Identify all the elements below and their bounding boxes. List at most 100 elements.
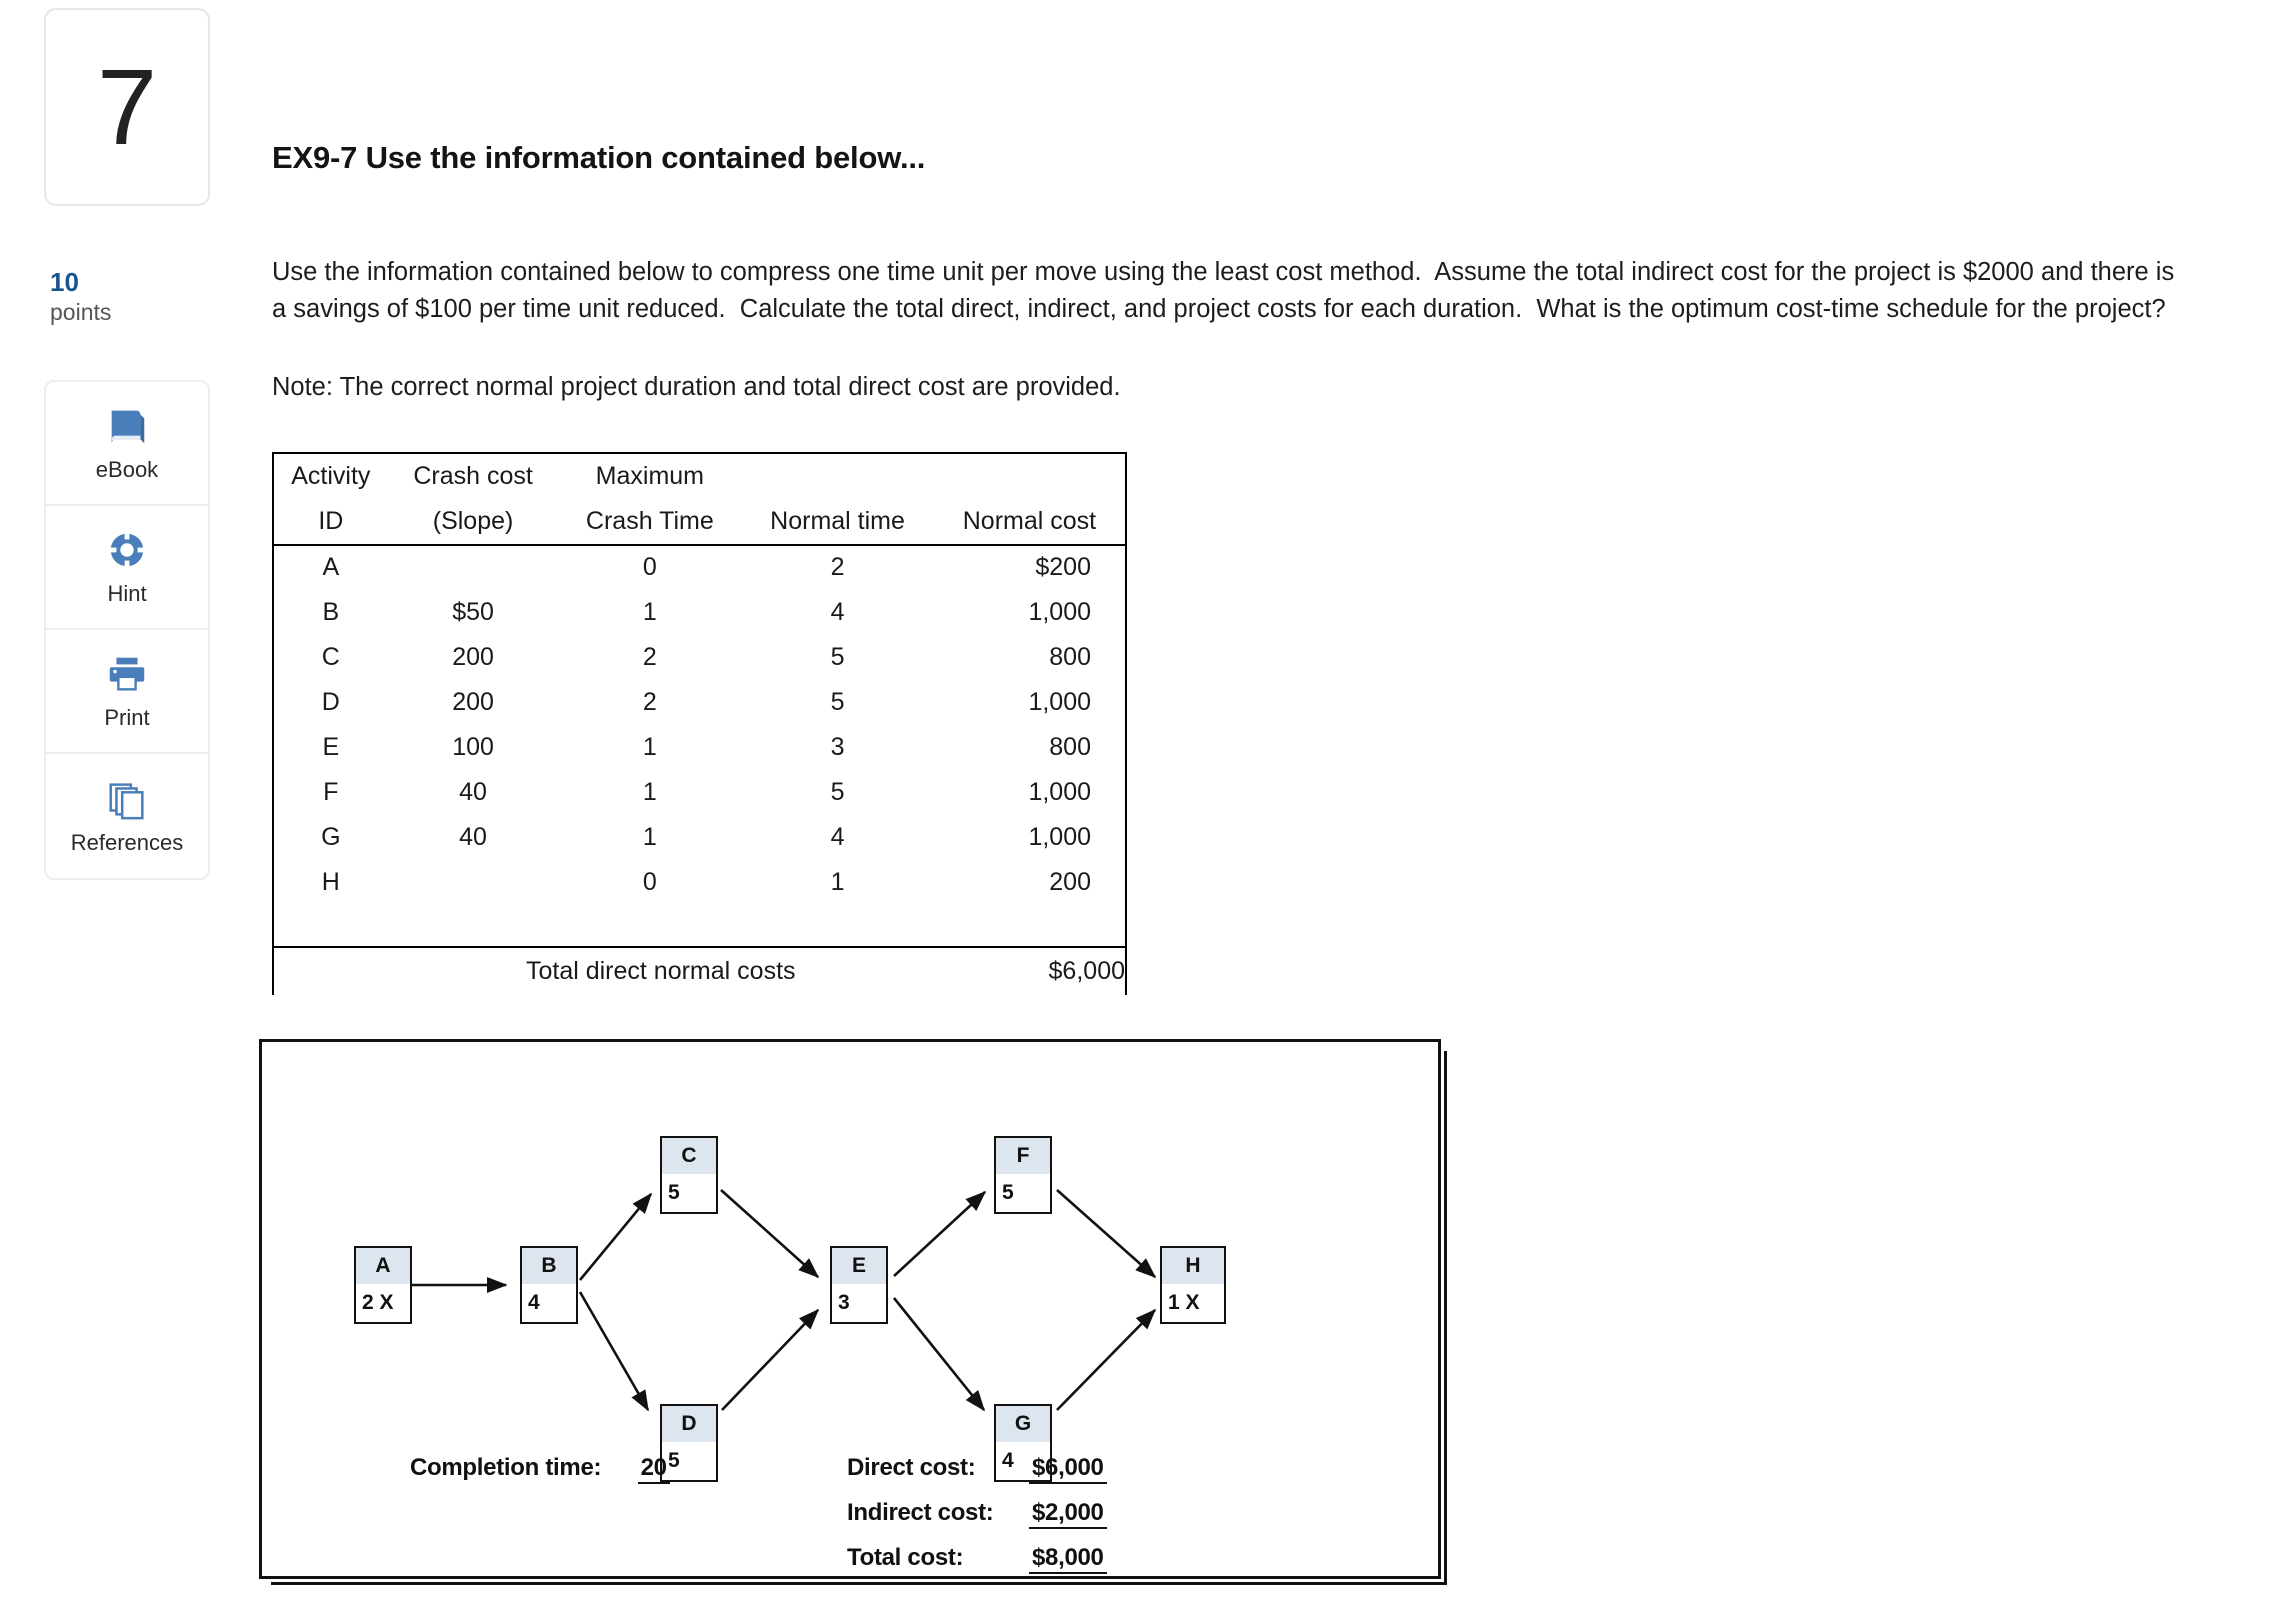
cell-normal-time: 4 xyxy=(830,597,845,626)
node-duration-e: 3 xyxy=(838,1291,850,1315)
direct-cost-label: Direct cost: xyxy=(847,1453,976,1481)
cell-normal-time: 5 xyxy=(830,687,845,716)
cell-crash-cost: 40 xyxy=(459,822,487,851)
cell-activity-id: D xyxy=(272,679,388,725)
table-row: C 200 2 5 800 xyxy=(272,634,1128,680)
header-crash-cost: Crash cost xyxy=(387,451,559,499)
tool-label-references: References xyxy=(70,829,184,855)
cell-normal-time: 3 xyxy=(830,732,845,761)
indirect-cost-value: $2,000 xyxy=(1029,1499,1107,1529)
diagram-node-b: B 4 xyxy=(520,1245,578,1324)
cell-activity-id: C xyxy=(272,634,388,680)
node-duration-b: 4 xyxy=(528,1291,540,1315)
total-blank-cell xyxy=(272,945,388,995)
table-row: A 0 2 $200 xyxy=(272,544,1128,590)
cell-crash-cost xyxy=(388,860,559,905)
node-label-g: G xyxy=(996,1405,1050,1442)
total-cost-row: Total cost: $8,000 xyxy=(847,1544,1107,1574)
question-number-badge: 7 xyxy=(44,8,210,206)
tool-hint[interactable]: Hint xyxy=(46,505,208,630)
table-header-row-2: ID (Slope) Crash Time Normal time Normal… xyxy=(272,498,1128,546)
cell-normal-time: 5 xyxy=(830,777,845,806)
book-icon xyxy=(104,403,150,449)
completion-time-row: Completion time: 20 xyxy=(410,1454,670,1484)
node-label-a: A xyxy=(356,1247,410,1284)
spacer-cell xyxy=(933,904,1128,947)
cell-activity-id: F xyxy=(272,769,388,815)
tool-ebook[interactable]: eBook xyxy=(46,381,208,506)
node-label-b: B xyxy=(522,1247,576,1284)
total-cost-label: Total cost: xyxy=(847,1543,964,1571)
cell-activity-id: B xyxy=(272,589,388,635)
node-duration-a: 2 X xyxy=(362,1291,394,1315)
network-diagram: A 2 X B 4 C 5 D 5 E 3 F 5 G 4 H 1 X Comp… xyxy=(259,1038,1441,1579)
header-slope: (Slope) xyxy=(387,498,559,546)
cell-max-crash-time: 0 xyxy=(642,553,657,582)
node-duration-h: 1 X xyxy=(1168,1291,1200,1315)
crash-cost-table: Activity Crash cost Maximum ID (Slope) C… xyxy=(272,451,1128,995)
cell-crash-cost: 40 xyxy=(459,777,487,806)
spacer-cell xyxy=(388,905,559,947)
indirect-cost-label: Indirect cost: xyxy=(847,1498,994,1526)
cell-crash-cost xyxy=(388,545,559,590)
node-label-e: E xyxy=(832,1247,886,1284)
question-body: Use the information contained below to c… xyxy=(272,258,2182,324)
table-row: D 200 2 5 1,000 xyxy=(272,679,1128,725)
cell-normal-time: 4 xyxy=(830,822,845,851)
table-spacer-row xyxy=(272,904,1128,947)
table-row: G 40 1 4 1,000 xyxy=(272,814,1128,860)
cell-normal-cost: 1,000 xyxy=(933,589,1128,635)
cell-normal-cost: 200 xyxy=(933,859,1128,905)
tool-label-hint: Hint xyxy=(107,580,147,606)
tool-label-ebook: eBook xyxy=(95,456,159,482)
cell-max-crash-time: 1 xyxy=(642,777,657,806)
cost-summary-block: Direct cost: $6,000 Indirect cost: $2,00… xyxy=(847,1454,1107,1589)
tool-print[interactable]: Print xyxy=(46,629,208,754)
diagram-node-f: F 5 xyxy=(994,1135,1052,1214)
table-total-row: Total direct normal costs $6,000 xyxy=(272,945,1128,995)
diagram-node-h: H 1 X xyxy=(1160,1245,1226,1324)
header-maximum: Maximum xyxy=(558,451,742,499)
points-label: points xyxy=(50,298,112,325)
node-duration-f: 5 xyxy=(1002,1181,1014,1205)
table-header-row-1: Activity Crash cost Maximum xyxy=(272,451,1128,499)
cell-normal-time: 2 xyxy=(830,553,845,582)
cell-crash-cost: $50 xyxy=(452,597,494,626)
indirect-cost-row: Indirect cost: $2,000 xyxy=(847,1499,1107,1529)
node-label-f: F xyxy=(996,1137,1050,1174)
cell-normal-time: 1 xyxy=(830,867,845,896)
completion-time-value: 20 xyxy=(637,1454,670,1484)
cell-crash-cost: 200 xyxy=(452,642,494,671)
tool-references[interactable]: References xyxy=(46,753,208,878)
points-value: 10 xyxy=(50,267,79,297)
cell-activity-id: H xyxy=(272,859,388,905)
life-preserver-icon xyxy=(104,527,150,573)
cell-crash-cost: 100 xyxy=(452,732,494,761)
spacer-cell xyxy=(272,904,388,947)
diagram-node-e: E 3 xyxy=(830,1245,888,1324)
printer-icon xyxy=(104,651,150,697)
direct-cost-value: $6,000 xyxy=(1029,1454,1107,1484)
question-number: 7 xyxy=(96,46,158,167)
cell-max-crash-time: 2 xyxy=(642,687,657,716)
table-row: B $50 1 4 1,000 xyxy=(272,589,1128,635)
header-activity: Activity xyxy=(272,451,388,499)
diagram-node-a: A 2 X xyxy=(354,1245,412,1324)
cell-normal-time: 5 xyxy=(830,642,845,671)
header-blank-1 xyxy=(741,451,934,499)
cell-max-crash-time: 1 xyxy=(642,732,657,761)
cell-activity-id: A xyxy=(272,544,388,590)
cell-normal-cost: 800 xyxy=(933,724,1128,770)
node-duration-c: 5 xyxy=(668,1181,680,1205)
direct-cost-row: Direct cost: $6,000 xyxy=(847,1454,1107,1484)
spacer-cell xyxy=(558,905,741,947)
node-duration-d: 5 xyxy=(668,1449,680,1473)
tool-label-print: Print xyxy=(104,704,150,730)
cell-max-crash-time: 2 xyxy=(642,642,657,671)
node-label-d: D xyxy=(662,1405,716,1442)
cell-max-crash-time: 0 xyxy=(642,867,657,896)
cell-normal-cost: 800 xyxy=(933,634,1128,680)
left-rail: 7 10 points eBook Hint Print References xyxy=(44,8,214,880)
table-row: F 40 1 5 1,000 xyxy=(272,769,1128,815)
node-label-c: C xyxy=(662,1137,716,1174)
